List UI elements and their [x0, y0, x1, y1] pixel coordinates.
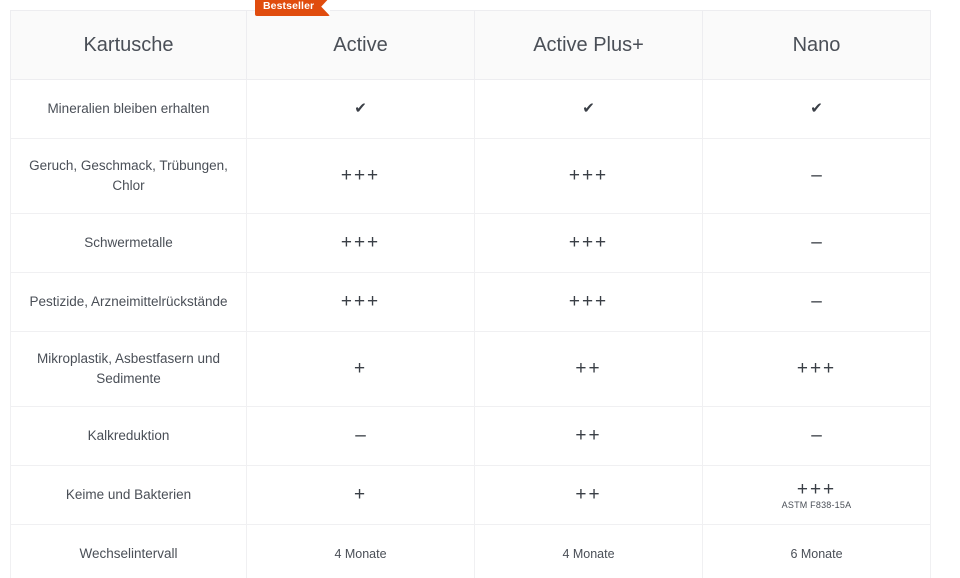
check-icon: ✔: [810, 100, 823, 117]
value-cell: ++: [474, 465, 703, 525]
value-cell: 4 Monate: [474, 524, 703, 578]
rating-value: +++: [568, 165, 609, 187]
column-header-nano[interactable]: Nano: [702, 10, 931, 80]
table-row: Keime und Bakterien + ++ +++ ASTM F838-1…: [10, 465, 931, 525]
check-icon: ✔: [354, 100, 367, 117]
value-cell: +++: [246, 138, 475, 214]
comparison-table-container: Kartusche Bestseller Active Active Plus+…: [0, 0, 960, 578]
rating-value: +++: [340, 165, 381, 187]
interval-value: 4 Monate: [562, 547, 615, 561]
table-row: Geruch, Geschmack, Trübungen, Chlor +++ …: [10, 138, 931, 214]
value-cell: –: [702, 138, 931, 214]
rating-value: +++: [340, 232, 381, 254]
rating-value: +++: [568, 232, 609, 254]
feature-label: Wechselintervall: [10, 524, 247, 578]
column-header-nano-label: Nano: [792, 33, 841, 56]
rating-value: –: [811, 165, 822, 187]
table-header: Kartusche Bestseller Active Active Plus+…: [10, 0, 931, 80]
feature-label: Kalkreduktion: [10, 406, 247, 466]
table-row: Schwermetalle +++ +++ –: [10, 213, 931, 273]
rating-value: –: [811, 291, 822, 313]
value-cell: 4 Monate: [246, 524, 475, 578]
value-cell: –: [702, 272, 931, 332]
value-cell: +: [246, 465, 475, 525]
feature-label: Mikroplastik, Asbestfasern und Sedimente: [10, 331, 247, 407]
value-cell: +++: [474, 138, 703, 214]
value-cell: ✔: [246, 79, 475, 139]
table-row: Mineralien bleiben erhalten ✔ ✔ ✔: [10, 79, 931, 139]
rating-value: –: [811, 425, 822, 447]
value-cell: +++: [246, 213, 475, 273]
rating-value: +++: [796, 358, 837, 380]
value-cell: +++: [702, 331, 931, 407]
rating-value: +++: [796, 478, 837, 500]
cartridge-comparison-table: Kartusche Bestseller Active Active Plus+…: [10, 0, 931, 578]
value-cell: ++: [474, 331, 703, 407]
value-cell: +++: [474, 213, 703, 273]
column-header-active-plus-label: Active Plus+: [533, 33, 644, 56]
feature-label: Schwermetalle: [10, 213, 247, 273]
rating-value: +++: [568, 291, 609, 313]
table-row: Mikroplastik, Asbestfasern und Sedimente…: [10, 331, 931, 407]
column-header-feature: Kartusche: [10, 10, 247, 80]
header-row: Kartusche Bestseller Active Active Plus+…: [10, 0, 931, 80]
table-row: Kalkreduktion – ++ –: [10, 406, 931, 466]
interval-value: 4 Monate: [334, 547, 387, 561]
table-row: Pestizide, Arzneimittelrückstände +++ ++…: [10, 272, 931, 332]
value-cell: +++: [474, 272, 703, 332]
feature-label: Keime und Bakterien: [10, 465, 247, 525]
rating-value: –: [355, 425, 366, 447]
column-header-active-label: Active: [333, 33, 388, 56]
standard-note: ASTM F838-15A: [781, 500, 852, 511]
table-body: Mineralien bleiben erhalten ✔ ✔ ✔ Geruch…: [10, 79, 931, 578]
value-cell: –: [246, 406, 475, 466]
value-cell: ++: [474, 406, 703, 466]
feature-label: Mineralien bleiben erhalten: [10, 79, 247, 139]
column-header-active[interactable]: Bestseller Active: [246, 0, 475, 80]
value-cell: –: [702, 213, 931, 273]
table-row: Wechselintervall 4 Monate 4 Monate 6 Mon…: [10, 524, 931, 578]
rating-value: +: [353, 484, 368, 506]
feature-label: Pestizide, Arzneimittelrückstände: [10, 272, 247, 332]
rating-value: +++: [340, 291, 381, 313]
check-icon: ✔: [582, 100, 595, 117]
rating-value: +: [353, 358, 368, 380]
rating-value: ++: [575, 425, 602, 447]
column-header-active-plus[interactable]: Active Plus+: [474, 10, 703, 80]
value-cell: –: [702, 406, 931, 466]
rating-value: ++: [575, 358, 602, 380]
feature-label: Geruch, Geschmack, Trübungen, Chlor: [10, 138, 247, 214]
rating-value: –: [811, 232, 822, 254]
rating-value: ++: [575, 484, 602, 506]
value-cell: 6 Monate: [702, 524, 931, 578]
value-cell: +++: [246, 272, 475, 332]
value-cell: ✔: [474, 79, 703, 139]
value-cell: ✔: [702, 79, 931, 139]
value-cell: +: [246, 331, 475, 407]
value-cell: +++ ASTM F838-15A: [702, 465, 931, 525]
interval-value: 6 Monate: [790, 547, 843, 561]
bestseller-badge: Bestseller: [255, 0, 331, 17]
